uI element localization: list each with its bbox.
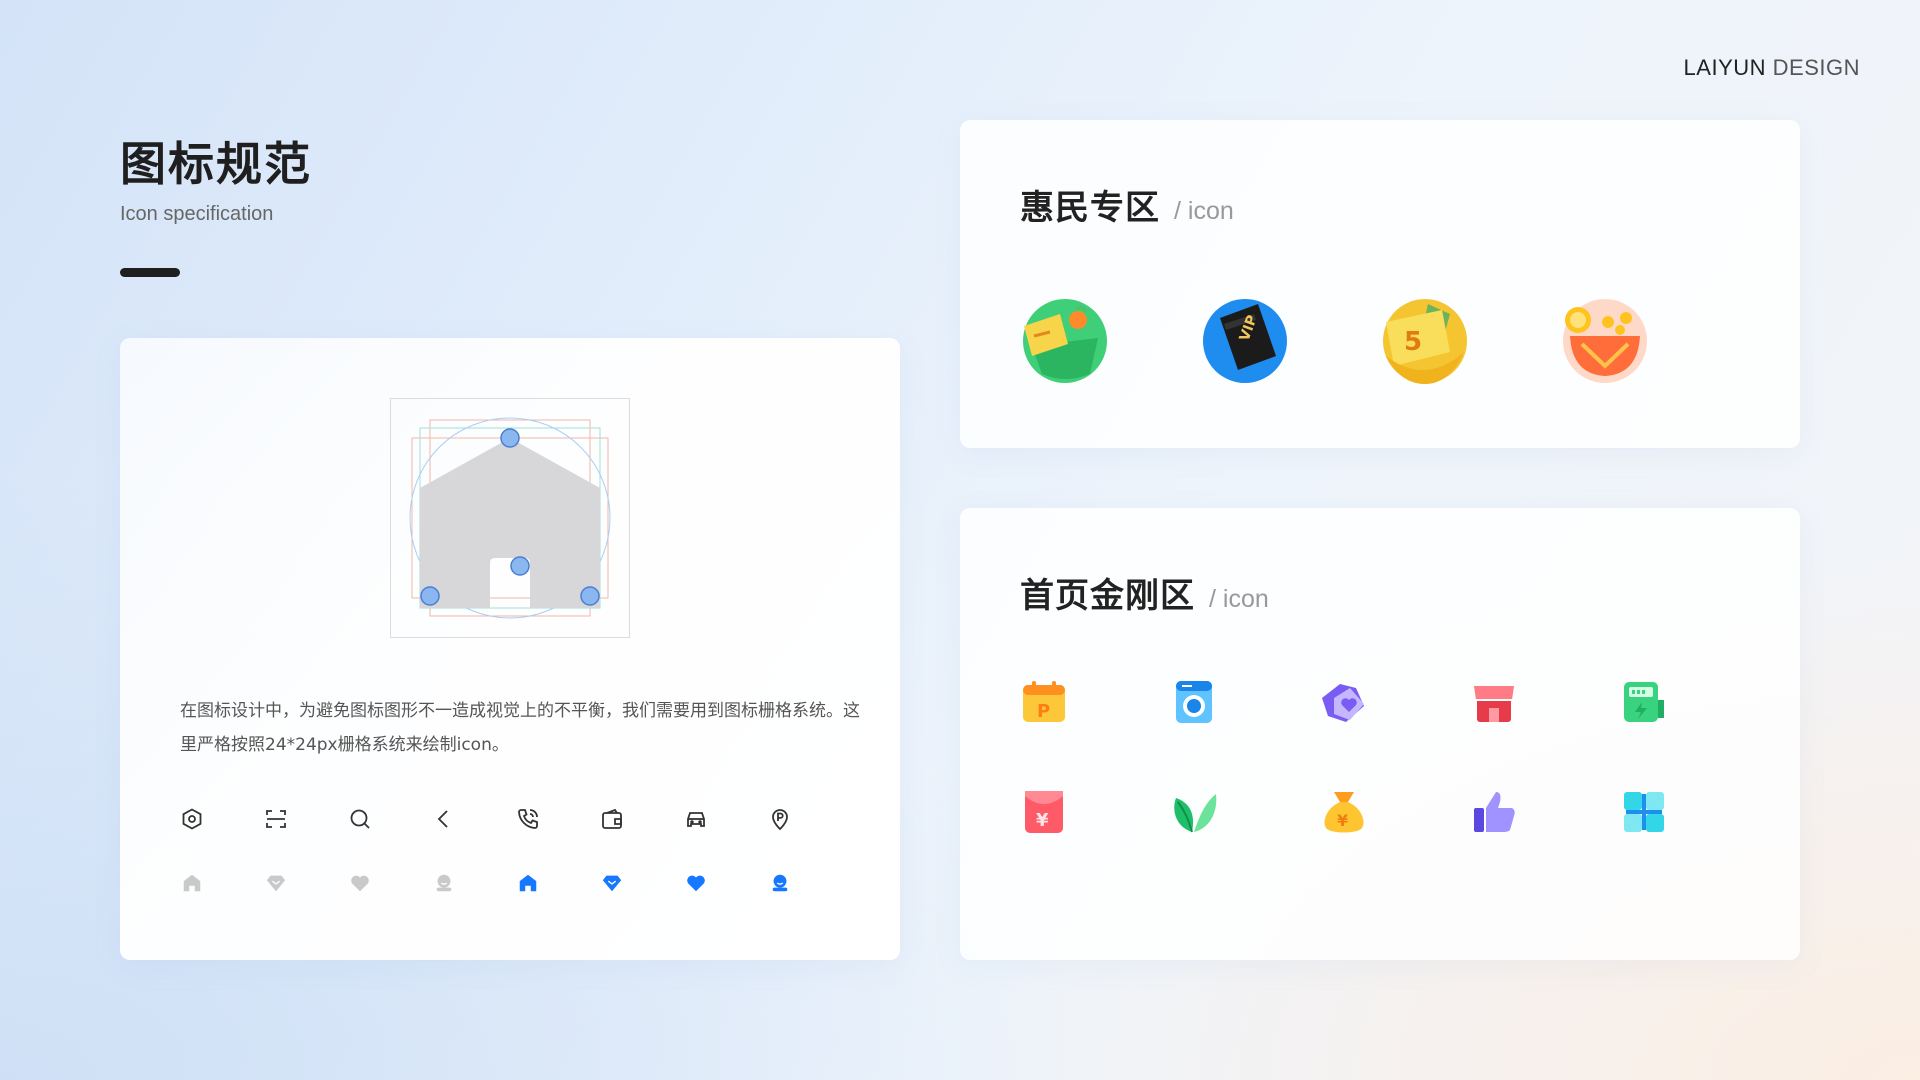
chips-basket-icon [1023,299,1107,383]
home-icon [516,868,540,898]
coupon-5-yuan-icon: 5 [1383,299,1467,384]
grid-description: 在图标设计中，为避免图标图形不一造成视觉上的不平衡，我们需要用到图标栅格系统。这… [180,701,860,755]
page-subtitle: Icon specification [120,203,274,225]
feature-icons-card: 首页金刚区 / icon P ¥ ¥ [960,508,1800,960]
scan-icon [264,804,288,834]
search-icon [348,804,372,834]
svg-text:¥: ¥ [1337,811,1348,830]
feature-section-suffix: / icon [1209,585,1269,613]
page-title: 图标规范 [120,137,312,191]
brand-logo: LAIYUN DESIGN [1683,55,1860,80]
promo-section-suffix: / icon [1174,197,1234,225]
svg-text:5: 5 [1404,327,1422,357]
leaf-icon [1174,794,1217,833]
svg-text:¥: ¥ [1036,810,1049,831]
washing-machine-icon [1176,681,1212,723]
home-icon [180,868,204,898]
settings-hexagon-icon [180,804,204,834]
house-grid-illustration [390,398,630,638]
svg-text:P: P [1037,701,1050,722]
promo-icons-card: 惠民专区 / icon VIP 5 [960,120,1800,448]
promo-section-title: 惠民专区 [1020,188,1160,228]
feature-section-header: 首页金刚区 / icon [1020,568,1269,617]
gold-coins-bowl-icon [1563,299,1647,383]
phone-call-icon [516,804,540,834]
outline-icon-row [180,804,820,834]
diamond-icon [264,868,288,898]
title-underline [120,268,180,277]
vip-card-icon: VIP [1203,299,1287,383]
store-icon [1474,686,1514,722]
home-heart-icon [1322,684,1364,722]
wallet-icon [600,804,624,834]
apps-grid-icon [1624,792,1664,832]
red-envelope-icon: ¥ [1025,791,1063,833]
heart-icon [684,868,708,898]
parking-pin-icon [768,804,792,834]
heart-icon [348,868,372,898]
calendar-parking-icon: P [1023,681,1065,722]
diamond-icon [600,868,624,898]
chevron-left-icon [432,804,456,834]
user-icon [432,868,456,898]
money-bag-icon: ¥ [1324,792,1364,833]
promo-section-header: 惠民专区 / icon [1020,180,1234,229]
feature-section-title: 首页金刚区 [1020,576,1195,616]
thumbs-up-icon [1474,792,1515,832]
icon-grid-card: 在图标设计中，为避免图标图形不一造成视觉上的不平衡，我们需要用到图标栅格系统。这… [120,338,900,960]
ev-charging-icon [1624,682,1664,722]
filled-icon-row [180,868,820,898]
car-icon [684,804,708,834]
user-icon [768,868,792,898]
